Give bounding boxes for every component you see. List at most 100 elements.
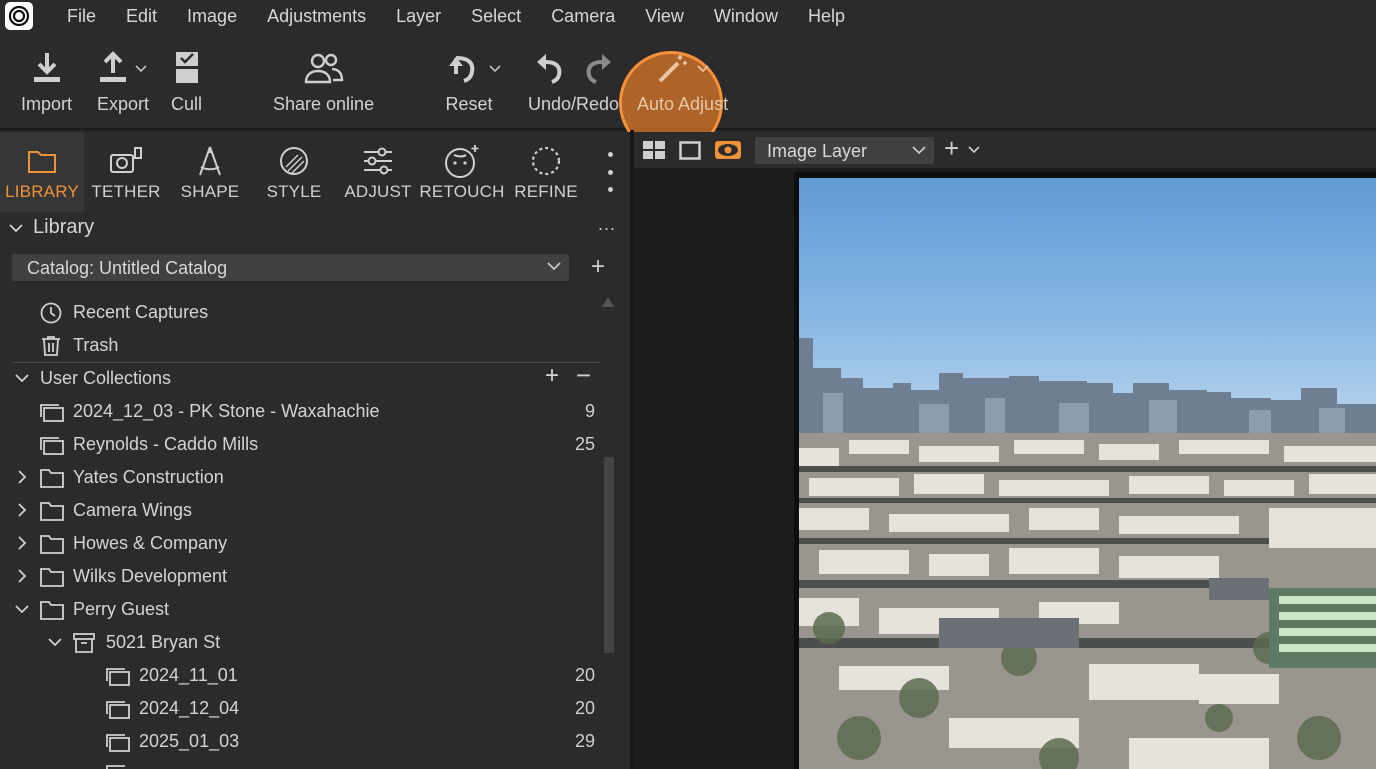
album-label: 2024_11_01 (139, 665, 238, 685)
add-catalog-button[interactable]: + (591, 255, 605, 279)
library-title: Library (33, 216, 95, 238)
project-folder-item[interactable]: Yates Construction (0, 463, 600, 493)
main-toolbar: Import Export Cull Share online Reset Un… (0, 32, 1376, 155)
reset-button[interactable]: Reset (445, 46, 502, 115)
library-section-header[interactable]: Library ... (0, 214, 630, 244)
chevron-right-icon[interactable] (17, 503, 27, 517)
undo-redo-label: Undo/Redo (528, 94, 620, 114)
menu-select[interactable]: Select (471, 6, 521, 27)
auto-adjust-label: Auto Adjust (637, 94, 729, 114)
project-folder-item[interactable]: Howes & Company (0, 529, 600, 559)
chevron-right-icon[interactable] (17, 569, 27, 583)
tab-style[interactable]: STYLE (252, 132, 336, 212)
remove-collection-button[interactable]: − (576, 360, 591, 391)
chevron-down-icon[interactable] (15, 373, 29, 383)
redo-icon[interactable] (583, 52, 613, 84)
recent-captures-item[interactable]: Recent Captures (0, 298, 600, 328)
user-collections-header[interactable]: User Collections + − (0, 360, 600, 394)
export-button[interactable]: Export (97, 46, 149, 115)
tab-shape[interactable]: SHAPE (168, 132, 252, 212)
tab-library[interactable]: LIBRARY (0, 132, 84, 212)
chevron-down-icon[interactable] (48, 637, 62, 647)
project-item[interactable]: 5021 Bryan St (0, 628, 600, 658)
album-item[interactable]: 2024_11_01 20 (0, 661, 600, 691)
chevron-down-icon[interactable] (696, 63, 710, 73)
city-skyline-photo[interactable] (799, 178, 1376, 769)
menu-bar: File Edit Image Adjustments Layer Select… (0, 0, 1376, 32)
collection-label: 2024_12_03 - PK Stone - Waxahachie (73, 401, 380, 421)
menu-layer[interactable]: Layer (396, 6, 441, 27)
chevron-down-icon (912, 146, 926, 155)
menu-adjustments[interactable]: Adjustments (267, 6, 366, 27)
collection-count: 25 (574, 434, 595, 454)
scroll-up-arrow-icon[interactable] (602, 297, 614, 307)
tab-retouch-label: RETOUCH (419, 182, 505, 201)
tab-tether[interactable]: TETHER (84, 132, 168, 212)
viewer-area: Image Layer + (634, 132, 1376, 769)
tab-retouch[interactable]: RETOUCH (419, 132, 505, 212)
export-icon (100, 51, 127, 82)
undo-icon[interactable] (535, 52, 565, 84)
tab-adjust[interactable]: ADJUST (336, 132, 420, 212)
folder-icon (40, 502, 64, 521)
menu-file[interactable]: File (67, 6, 96, 27)
add-layer-button[interactable]: + (944, 135, 959, 161)
eye-icon[interactable] (715, 141, 741, 159)
refine-circle-icon (529, 140, 563, 182)
undo-redo-button[interactable]: Undo/Redo (528, 46, 619, 115)
collection-item[interactable]: 2024_12_03 - PK Stone - Waxahachie 9 (0, 397, 600, 427)
chevron-right-icon[interactable] (17, 536, 27, 550)
project-label: 5021 Bryan St (106, 632, 221, 652)
trash-item[interactable]: Trash (0, 331, 600, 361)
collection-item[interactable]: Reynolds - Caddo Mills 25 (0, 430, 600, 460)
app-logo-icon[interactable] (5, 2, 33, 30)
tab-adjust-label: ADJUST (344, 182, 412, 201)
more-tabs-kebab-icon[interactable] (600, 152, 620, 192)
share-online-button[interactable]: Share online (273, 46, 374, 115)
clock-icon (40, 302, 62, 324)
album-icon (106, 765, 125, 769)
chevron-down-icon[interactable] (9, 223, 23, 233)
reset-label: Reset (445, 94, 493, 114)
library-more-icon[interactable]: ... (598, 214, 616, 235)
folder-icon (27, 140, 57, 182)
single-view-icon[interactable] (679, 141, 701, 160)
cull-button[interactable]: Cull (171, 46, 202, 115)
folder-label: Camera Wings (73, 500, 193, 520)
export-label: Export (97, 94, 150, 114)
folder-icon (40, 535, 64, 554)
retouch-face-icon (443, 140, 481, 182)
chevron-right-icon[interactable] (17, 470, 27, 484)
trash-icon (42, 336, 60, 356)
scrollbar-thumb[interactable] (604, 457, 614, 653)
menu-camera[interactable]: Camera (551, 6, 615, 27)
tab-refine[interactable]: REFINE (504, 132, 588, 212)
folder-icon (40, 469, 64, 488)
menu-help[interactable]: Help (808, 6, 845, 27)
chevron-down-icon[interactable] (488, 63, 502, 73)
project-folder-item[interactable]: Perry Guest (0, 595, 600, 625)
chevron-down-icon[interactable] (15, 604, 29, 614)
menu-view[interactable]: View (645, 6, 684, 27)
tether-camera-icon (109, 140, 143, 182)
layer-select-value: Image Layer (767, 141, 868, 161)
chevron-down-icon[interactable] (968, 146, 980, 154)
menu-image[interactable]: Image (187, 6, 237, 27)
folder-label: Howes & Company (73, 533, 228, 553)
chevron-down-icon[interactable] (134, 63, 148, 73)
catalog-select[interactable]: Catalog: Untitled Catalog (12, 254, 569, 281)
left-tool-panel: LIBRARY TETHER SHAPE STYLE ADJUST RETOUC… (0, 132, 630, 769)
project-folder-item[interactable]: Camera Wings (0, 496, 600, 526)
grid-view-icon[interactable] (643, 141, 665, 160)
section-divider (12, 362, 600, 363)
import-button[interactable]: Import (21, 46, 72, 115)
menu-edit[interactable]: Edit (126, 6, 157, 27)
menu-window[interactable]: Window (714, 6, 778, 27)
magic-wand-icon (658, 55, 687, 83)
album-item[interactable]: 2024_12_04 20 (0, 694, 600, 724)
auto-adjust-button[interactable]: Auto Adjust (637, 46, 728, 115)
project-folder-item[interactable]: Wilks Development (0, 562, 600, 592)
add-collection-button[interactable]: + (545, 362, 559, 390)
album-item[interactable]: 2025_01_03 29 (0, 727, 600, 757)
layer-select[interactable]: Image Layer (755, 137, 934, 164)
